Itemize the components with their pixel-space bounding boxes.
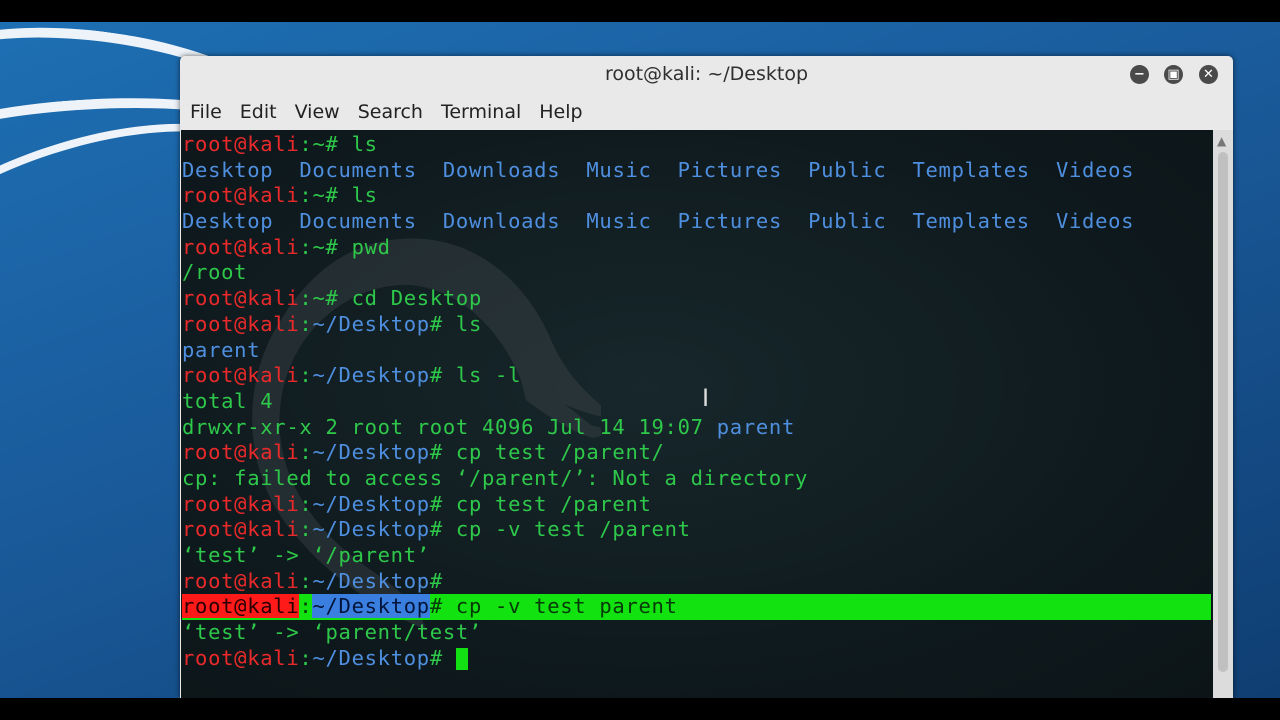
terminal-line: root@kali:~/Desktop# [182, 568, 443, 593]
video-letterbox-bottom [0, 698, 1280, 720]
terminal-line: ‘test’ -> ‘parent/test’ [182, 620, 482, 645]
close-button[interactable]: ✕ [1199, 65, 1218, 84]
terminal-line: root@kali:~/Desktop# cp test /parent [182, 491, 652, 516]
menu-edit[interactable]: Edit [231, 96, 286, 128]
terminal-line: root@kali:~/Desktop# ls [182, 311, 483, 336]
menu-file[interactable]: File [180, 96, 231, 128]
terminal-line: Desktop Documents Downloads Music Pictur… [182, 209, 1135, 234]
menu-search[interactable]: Search [349, 96, 432, 128]
window-title: root@kali: ~/Desktop [604, 63, 809, 85]
text-cursor [455, 647, 468, 670]
terminal-line: ‘test’ -> ‘/parent’ [182, 543, 430, 567]
terminal-line: root@kali:~/Desktop# cp -v test /parent [182, 517, 691, 542]
terminal-line-selected[interactable]: root@kali:~/Desktop# cp -v test parent [182, 594, 1211, 621]
terminal-line: root@kali:~# ls [182, 183, 378, 208]
menu-view[interactable]: View [286, 96, 349, 128]
terminal-line: total 4 [182, 388, 274, 413]
terminal-line: root@kali:~/Desktop# cp test /parent/ [182, 440, 665, 465]
scrollbar[interactable]: ▲ [1213, 130, 1233, 698]
video-letterbox-top [0, 0, 1280, 22]
scroll-up-arrow-icon[interactable]: ▲ [1217, 134, 1226, 148]
ibeam-cursor-icon: I [702, 384, 710, 412]
scrollbar-thumb[interactable] [1218, 152, 1228, 672]
menu-help[interactable]: Help [530, 96, 591, 128]
terminal-line: root@kali:~# cd Desktop [182, 286, 482, 311]
menu-terminal[interactable]: Terminal [432, 96, 530, 128]
terminal-line: parent [182, 337, 261, 362]
terminal-line: root@kali:~# pwd [182, 234, 391, 259]
minimize-button[interactable]: − [1130, 65, 1149, 84]
terminal-window: root@kali: ~/Desktop − ▣ ✕ File Edit View S… [180, 56, 1233, 698]
terminal-line: root@kali:~/Desktop# ls -l [182, 363, 522, 388]
terminal-line: Desktop Documents Downloads Music Pictur… [182, 157, 1135, 182]
maximize-button[interactable]: ▣ [1164, 65, 1183, 84]
terminal-prompt-line[interactable]: root@kali:~/Desktop# [182, 646, 1211, 672]
terminal-line: drwxr-xr-x 2 root root 4096 Jul 14 19:07… [182, 414, 795, 439]
terminal-line: /root [182, 260, 248, 285]
terminal-output[interactable]: root@kali:~# ls Desktop Documents Downlo… [181, 130, 1213, 698]
menu-bar: File Edit View Search Terminal Help [180, 96, 1233, 128]
terminal-line: root@kali:~# ls [182, 132, 378, 156]
terminal-line: cp: failed to access ‘/parent/’: Not a d… [182, 465, 809, 490]
